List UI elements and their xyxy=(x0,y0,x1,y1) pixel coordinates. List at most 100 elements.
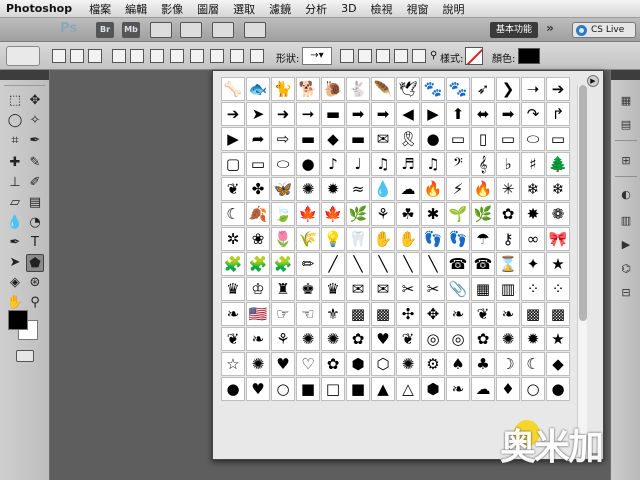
paths-icon[interactable] xyxy=(70,49,84,63)
shape-cell[interactable]: 🧩 xyxy=(221,252,245,276)
clone-stamp-icon[interactable]: ⊥ xyxy=(6,174,24,192)
shape-cell[interactable]: ▬ xyxy=(321,102,345,126)
shape-cell[interactable]: ✋ xyxy=(396,227,420,251)
shape-cell[interactable]: 🍂 xyxy=(246,202,270,226)
shape-cell[interactable]: ♡ xyxy=(296,352,320,376)
shape-cell[interactable]: ✿ xyxy=(346,327,370,351)
shape-cell[interactable]: ○ xyxy=(521,377,545,401)
shape-cell[interactable]: ❄ xyxy=(546,177,570,201)
shape-cell[interactable]: ♛ xyxy=(221,277,245,301)
shape-cell[interactable]: ▩ xyxy=(346,302,370,326)
shape-cell[interactable]: ↱ xyxy=(546,102,570,126)
shape-cell[interactable]: ♣ xyxy=(471,352,495,376)
shape-cell[interactable]: ▢ xyxy=(221,152,245,176)
shape-cell[interactable]: ☞ xyxy=(271,302,295,326)
shape-cell[interactable]: ⬡ xyxy=(371,352,395,376)
shape-cell[interactable]: ⁘ xyxy=(546,277,570,301)
shape-cell[interactable]: 🦷 xyxy=(346,227,370,251)
marquee-tool-icon[interactable]: ⬚ xyxy=(6,92,24,110)
3d-orbit-tool-icon[interactable]: ⊛ xyxy=(26,274,44,292)
shape-cell[interactable]: ➞ xyxy=(296,102,320,126)
shape-cell[interactable]: ⇨ xyxy=(271,127,295,151)
combine-intersect-icon[interactable] xyxy=(394,49,408,63)
shape-cell[interactable]: ➡ xyxy=(346,102,370,126)
shape-cell[interactable]: ♥ xyxy=(271,352,295,376)
shape-cell[interactable]: ♔ xyxy=(246,277,270,301)
menu-filter[interactable]: 濾鏡 xyxy=(262,1,298,17)
shape-cell[interactable]: ➝ xyxy=(521,77,545,101)
shape-cell[interactable]: ↷ xyxy=(521,102,545,126)
history-brush-icon[interactable]: ✐ xyxy=(26,174,44,192)
tools-panel-header[interactable] xyxy=(0,70,49,80)
shape-cell[interactable]: ✺ xyxy=(321,327,345,351)
shape-cell[interactable]: 🐕 xyxy=(296,77,320,101)
shape-cell[interactable]: ✤ xyxy=(246,177,270,201)
custom-shape-tool-icon[interactable]: ⬟ xyxy=(26,254,44,272)
shape-cell[interactable]: ● xyxy=(221,377,245,401)
shape-cell[interactable]: ◎ xyxy=(446,327,470,351)
shape-cell[interactable]: ❁ xyxy=(546,202,570,226)
polygon-shape-icon[interactable] xyxy=(210,49,224,63)
shape-cell[interactable]: ❧ xyxy=(246,327,270,351)
shape-cell[interactable]: ⚡ xyxy=(446,177,470,201)
mini-bridge-button[interactable]: Mb xyxy=(122,22,140,38)
shape-cell[interactable]: ➔ xyxy=(546,77,570,101)
combine-add-icon[interactable] xyxy=(358,49,372,63)
shape-cell[interactable]: ✲ xyxy=(221,227,245,251)
shape-cell[interactable]: 🌲 xyxy=(546,152,570,176)
shape-cell[interactable]: 💧 xyxy=(371,177,395,201)
shape-cell[interactable]: 🐇 xyxy=(346,77,370,101)
blur-tool-icon[interactable]: 💧 xyxy=(6,214,24,232)
shape-cell[interactable]: ╱ xyxy=(321,252,345,276)
shape-cell[interactable]: ▶ xyxy=(221,127,245,151)
shape-cell[interactable]: ❦ xyxy=(221,327,245,351)
type-tool-icon[interactable]: T xyxy=(26,234,44,252)
shape-cell[interactable]: ⬭ xyxy=(271,152,295,176)
shape-cell[interactable]: ○ xyxy=(271,377,295,401)
shape-cell[interactable]: ⬌ xyxy=(471,102,495,126)
panel-dock-header[interactable] xyxy=(611,70,640,80)
shape-cell[interactable]: ❦ xyxy=(221,177,245,201)
shape-cell[interactable]: ∞ xyxy=(521,227,545,251)
shape-cell[interactable]: □ xyxy=(321,377,345,401)
shape-cell[interactable]: 𝄞 xyxy=(471,152,495,176)
shape-cell[interactable]: ❧ xyxy=(446,302,470,326)
shape-cell[interactable]: 📎 xyxy=(446,277,470,301)
shape-cell[interactable]: ⁘ xyxy=(521,277,545,301)
combine-exclude-icon[interactable] xyxy=(412,49,426,63)
shape-cell[interactable]: ✂ xyxy=(421,277,445,301)
shape-cell[interactable]: 👣 xyxy=(446,227,470,251)
shape-cell[interactable]: ✉ xyxy=(371,127,395,151)
shape-cell[interactable]: ◎ xyxy=(421,327,445,351)
quick-mask-icon[interactable] xyxy=(16,350,34,362)
zoom-level-icon[interactable] xyxy=(180,22,202,38)
shape-cell[interactable]: ➤ xyxy=(246,102,270,126)
shape-cell[interactable]: 💡 xyxy=(321,227,345,251)
brush-tool-icon[interactable]: ✎ xyxy=(26,154,44,172)
view-extras-icon[interactable] xyxy=(150,22,172,38)
shape-cell[interactable]: 🌱 xyxy=(446,202,470,226)
shape-cell[interactable]: ⚘ xyxy=(371,202,395,226)
shape-cell[interactable]: ✥ xyxy=(421,302,445,326)
adjustments-panel-icon[interactable]: ⊞ xyxy=(618,154,634,168)
shape-cell[interactable]: ✺ xyxy=(296,327,320,351)
shape-cell[interactable]: ▭ xyxy=(546,127,570,151)
menu-image[interactable]: 影像 xyxy=(154,1,190,17)
shape-cell[interactable]: ◀ xyxy=(396,102,420,126)
shape-cell[interactable]: ☽ xyxy=(496,352,520,376)
shape-cell[interactable]: ▭ xyxy=(496,127,520,151)
menu-file[interactable]: 檔案 xyxy=(82,1,118,17)
picker-scroll-thumb[interactable] xyxy=(579,85,587,321)
shape-cell[interactable]: ✉ xyxy=(346,277,370,301)
shape-cell[interactable]: 🦋 xyxy=(271,177,295,201)
shape-cell[interactable]: ♫ xyxy=(421,152,445,176)
shape-cell[interactable]: ⬭ xyxy=(521,127,545,151)
shape-cell[interactable]: 𝄢 xyxy=(446,152,470,176)
shape-cell[interactable]: 🐟 xyxy=(246,77,270,101)
shape-cell[interactable]: ⬢ xyxy=(346,352,370,376)
shape-layers-icon[interactable] xyxy=(52,49,66,63)
shape-cell[interactable]: ╲ xyxy=(396,252,420,276)
shape-cell[interactable]: 🕊 xyxy=(396,77,420,101)
shape-cell[interactable]: ▩ xyxy=(371,302,395,326)
shape-cell[interactable]: ➔ xyxy=(221,102,245,126)
